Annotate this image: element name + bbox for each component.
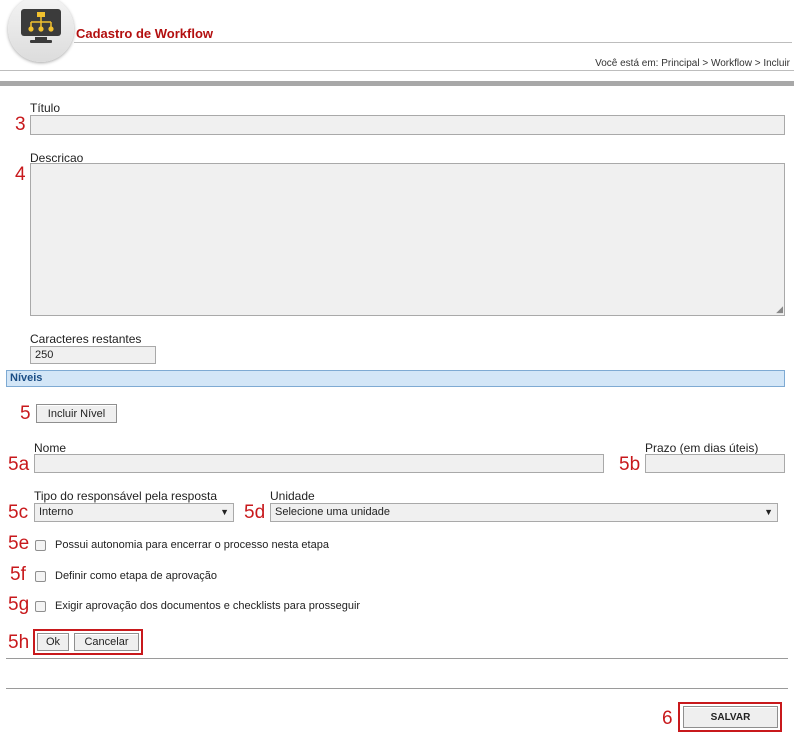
annotation-5h: 5h: [8, 632, 30, 653]
tipo-selected-value: Interno: [39, 506, 74, 518]
annotation-5d: 5d: [244, 502, 266, 523]
exigir-label: Exigir aprovação dos documentos e checkl…: [55, 600, 361, 612]
caracteres-label: Caracteres restantes: [30, 332, 142, 346]
aprovacao-label: Definir como etapa de aprovação: [55, 570, 218, 582]
divider: [6, 688, 788, 689]
cancelar-button[interactable]: Cancelar: [74, 633, 139, 651]
annotation-5e: 5e: [8, 533, 30, 554]
tipo-responsavel-select[interactable]: Interno ▼: [34, 503, 234, 522]
autonomia-label: Possui autonomia para encerrar o process…: [55, 539, 329, 551]
annotation-5f: 5f: [10, 564, 26, 585]
aprovacao-checkbox[interactable]: [35, 571, 46, 582]
ok-button[interactable]: Ok: [37, 633, 69, 651]
breadcrumb-divider: [0, 70, 794, 71]
logo: [8, 0, 74, 62]
annotation-4: 4: [15, 164, 26, 185]
resize-grip-icon[interactable]: ◢: [776, 305, 783, 314]
chevron-down-icon: ▼: [764, 507, 773, 517]
prazo-label: Prazo (em dias úteis): [645, 441, 759, 455]
divider: [6, 658, 788, 659]
autonomia-checkbox[interactable]: [35, 540, 46, 551]
annotation-5b: 5b: [619, 454, 641, 475]
descricao-textarea[interactable]: [30, 163, 785, 316]
unidade-selected-value: Selecione uma unidade: [275, 506, 390, 518]
monitor-base: [30, 40, 52, 43]
breadcrumb: Você está em: Principal > Workflow > Inc…: [595, 58, 790, 69]
unidade-label: Unidade: [270, 489, 315, 503]
annotation-6: 6: [662, 708, 673, 729]
workflow-monitor-icon: [21, 9, 61, 36]
prazo-input[interactable]: [645, 454, 785, 473]
tipo-label: Tipo do responsável pela resposta: [34, 489, 217, 503]
niveis-section-title: Níveis: [10, 372, 43, 384]
incluir-nivel-button[interactable]: Incluir Nível: [36, 404, 117, 423]
annotation-5c: 5c: [8, 502, 29, 523]
header-bar: [0, 81, 794, 86]
descricao-wrapper: ◢: [30, 163, 785, 316]
nome-input[interactable]: [34, 454, 604, 473]
page-title: Cadastro de Workflow: [76, 26, 214, 41]
annotation-3: 3: [15, 114, 26, 135]
exigir-checkbox[interactable]: [35, 601, 46, 612]
salvar-button[interactable]: SALVAR: [683, 706, 778, 728]
title-divider: [74, 42, 792, 43]
annotation-5: 5: [20, 403, 31, 424]
annotation-5g: 5g: [8, 594, 30, 615]
titulo-label: Título: [30, 101, 61, 115]
nome-label: Nome: [34, 441, 67, 455]
caracteres-counter: [30, 346, 156, 364]
annotation-5a: 5a: [8, 454, 30, 475]
chevron-down-icon: ▼: [220, 507, 229, 517]
niveis-section-header: Níveis: [6, 370, 785, 387]
titulo-input[interactable]: [30, 115, 785, 135]
unidade-select[interactable]: Selecione uma unidade ▼: [270, 503, 778, 522]
